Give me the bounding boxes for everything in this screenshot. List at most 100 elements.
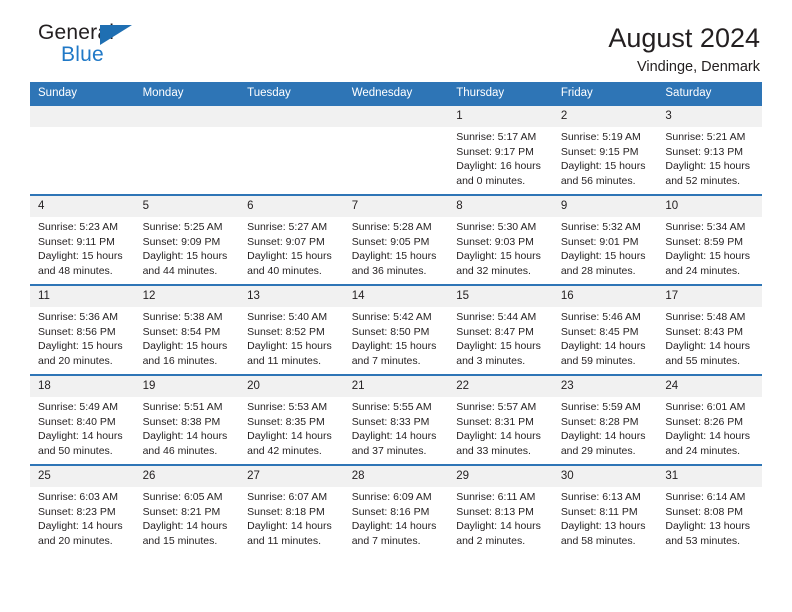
sunrise-text: Sunrise: 5:17 AM (456, 131, 537, 143)
day-number-empty (30, 106, 135, 127)
day-cell[interactable]: 18 Sunrise: 5:49 AM Sunset: 8:40 PM Dayligh… (30, 376, 135, 464)
day-info: Sunrise: 5:36 AM Sunset: 8:56 PM Daylight:… (30, 307, 135, 368)
sunrise-text: Sunrise: 5:25 AM (142, 221, 223, 233)
day-cell[interactable]: 25 Sunrise: 6:03 AM Sunset: 8:23 PM Dayligh… (30, 466, 135, 554)
day-number: 19 (134, 376, 240, 397)
calendar-cell-day-10[interactable]: 10 Sunrise: 5:34 AM Sunset: 8:59 PM Dayligh… (657, 194, 762, 285)
day-info: Sunrise: 5:53 AM Sunset: 8:35 PM Daylight:… (239, 397, 344, 458)
day-cell[interactable]: 22 Sunrise: 5:57 AM Sunset: 8:31 PM Dayligh… (448, 376, 553, 464)
calendar-cell-day-24[interactable]: 24 Sunrise: 6:01 AM Sunset: 8:26 PM Dayligh… (657, 374, 762, 465)
calendar-cell-day-7[interactable]: 7 Sunrise: 5:28 AM Sunset: 9:05 PM Daylight… (343, 194, 449, 285)
calendar-cell-day-8[interactable]: 8 Sunrise: 5:30 AM Sunset: 9:03 PM Daylight… (448, 194, 553, 285)
sunset-text: Sunset: 9:05 PM (351, 235, 430, 248)
calendar-cell-day-21[interactable]: 21 Sunrise: 5:55 AM Sunset: 8:33 PM Dayligh… (343, 374, 449, 465)
day-info: Sunrise: 5:32 AM Sunset: 9:01 PM Daylight:… (553, 217, 658, 278)
day-cell[interactable]: 13 Sunrise: 5:40 AM Sunset: 8:52 PM Dayligh… (239, 286, 344, 374)
day-cell[interactable]: 3 Sunrise: 5:21 AM Sunset: 9:13 PM Daylight… (657, 106, 762, 194)
day-cell[interactable]: 10 Sunrise: 5:34 AM Sunset: 8:59 PM Dayligh… (657, 196, 762, 284)
day-cell[interactable]: 23 Sunrise: 5:59 AM Sunset: 8:28 PM Dayligh… (552, 376, 658, 464)
day-cell[interactable]: 17 Sunrise: 5:48 AM Sunset: 8:43 PM Dayligh… (657, 286, 762, 374)
calendar-cell-day-16[interactable]: 16 Sunrise: 5:46 AM Sunset: 8:45 PM Dayligh… (552, 284, 658, 375)
day-cell[interactable]: 26 Sunrise: 6:05 AM Sunset: 8:21 PM Dayligh… (134, 466, 240, 554)
day-cell[interactable]: 9 Sunrise: 5:32 AM Sunset: 9:01 PM Daylight… (552, 196, 658, 284)
sunrise-text: Sunrise: 5:40 AM (247, 311, 328, 323)
day-cell[interactable]: 5 Sunrise: 5:25 AM Sunset: 9:09 PM Daylight… (134, 196, 240, 284)
calendar-cell-day-17[interactable]: 17 Sunrise: 5:48 AM Sunset: 8:43 PM Dayligh… (657, 284, 762, 375)
daylight-text-line2: and 53 minutes. (665, 534, 741, 547)
calendar-cell-day-18[interactable]: 18 Sunrise: 5:49 AM Sunset: 8:40 PM Dayligh… (30, 374, 135, 465)
calendar-cell-day-13[interactable]: 13 Sunrise: 5:40 AM Sunset: 8:52 PM Dayligh… (239, 284, 344, 375)
daylight-text-line2: and 36 minutes. (351, 264, 427, 277)
calendar-cell-day-12[interactable]: 12 Sunrise: 5:38 AM Sunset: 8:54 PM Dayligh… (134, 284, 240, 375)
calendar-week-row: 1 Sunrise: 5:17 AM Sunset: 9:17 PM Daylight… (30, 104, 762, 195)
calendar-cell-day-9[interactable]: 9 Sunrise: 5:32 AM Sunset: 9:01 PM Daylight… (552, 194, 658, 285)
day-info: Sunrise: 5:25 AM Sunset: 9:09 PM Daylight:… (135, 217, 240, 278)
sunset-text: Sunset: 8:50 PM (351, 325, 430, 338)
day-cell[interactable]: 19 Sunrise: 5:51 AM Sunset: 8:38 PM Dayligh… (134, 376, 240, 464)
calendar-cell-day-19[interactable]: 19 Sunrise: 5:51 AM Sunset: 8:38 PM Dayligh… (134, 374, 240, 465)
day-cell[interactable]: 11 Sunrise: 5:36 AM Sunset: 8:56 PM Dayligh… (30, 286, 135, 374)
day-cell[interactable]: 27 Sunrise: 6:07 AM Sunset: 8:18 PM Dayligh… (239, 466, 344, 554)
day-cell[interactable]: 31 Sunrise: 6:14 AM Sunset: 8:08 PM Dayligh… (657, 466, 762, 554)
calendar-cell-day-20[interactable]: 20 Sunrise: 5:53 AM Sunset: 8:35 PM Dayligh… (239, 374, 344, 465)
daylight-text-line1: Daylight: 14 hours (351, 520, 437, 533)
day-cell[interactable]: 6 Sunrise: 5:27 AM Sunset: 9:07 PM Daylight… (239, 196, 344, 284)
sunset-text: Sunset: 9:17 PM (456, 145, 534, 158)
daylight-text-line2: and 29 minutes. (560, 444, 636, 457)
calendar-cell-day-27[interactable]: 27 Sunrise: 6:07 AM Sunset: 8:18 PM Dayligh… (239, 464, 344, 554)
daylight-text-line2: and 46 minutes. (142, 444, 218, 457)
general-blue-logo[interactable]: General Blue (30, 22, 170, 74)
daylight-text-line1: Daylight: 15 hours (38, 340, 123, 353)
calendar-cell-day-3[interactable]: 3 Sunrise: 5:21 AM Sunset: 9:13 PM Daylight… (657, 104, 762, 195)
calendar-cell-day-1[interactable]: 1 Sunrise: 5:17 AM Sunset: 9:17 PM Daylight… (448, 104, 553, 195)
sunset-text: Sunset: 9:13 PM (665, 145, 744, 158)
day-cell[interactable]: 1 Sunrise: 5:17 AM Sunset: 9:17 PM Daylight… (448, 106, 553, 194)
day-cell[interactable]: 16 Sunrise: 5:46 AM Sunset: 8:45 PM Dayligh… (552, 286, 658, 374)
calendar-cell-day-2[interactable]: 2 Sunrise: 5:19 AM Sunset: 9:15 PM Daylight… (552, 104, 658, 195)
calendar-cell-day-26[interactable]: 26 Sunrise: 6:05 AM Sunset: 8:21 PM Dayligh… (134, 464, 240, 554)
day-cell[interactable]: 29 Sunrise: 6:11 AM Sunset: 8:13 PM Dayligh… (448, 466, 553, 554)
day-cell[interactable]: 24 Sunrise: 6:01 AM Sunset: 8:26 PM Dayligh… (657, 376, 762, 464)
day-cell[interactable]: 14 Sunrise: 5:42 AM Sunset: 8:50 PM Dayligh… (343, 286, 449, 374)
day-cell[interactable]: 30 Sunrise: 6:13 AM Sunset: 8:11 PM Dayligh… (552, 466, 658, 554)
day-info: Sunrise: 5:40 AM Sunset: 8:52 PM Daylight:… (239, 307, 344, 368)
calendar-cell-day-23[interactable]: 23 Sunrise: 5:59 AM Sunset: 8:28 PM Dayligh… (552, 374, 658, 465)
calendar-cell-day-15[interactable]: 15 Sunrise: 5:44 AM Sunset: 8:47 PM Dayligh… (448, 284, 553, 375)
day-cell[interactable]: 4 Sunrise: 5:23 AM Sunset: 9:11 PM Daylight… (30, 196, 135, 284)
day-cell[interactable]: 7 Sunrise: 5:28 AM Sunset: 9:05 PM Daylight… (343, 196, 449, 284)
daylight-text-line1: Daylight: 14 hours (142, 430, 228, 443)
calendar-cell-day-4[interactable]: 4 Sunrise: 5:23 AM Sunset: 9:11 PM Daylight… (30, 194, 135, 285)
calendar-cell-day-5[interactable]: 5 Sunrise: 5:25 AM Sunset: 9:09 PM Daylight… (134, 194, 240, 285)
weekday-header-thursday: Thursday (448, 82, 553, 105)
calendar-cell-day-14[interactable]: 14 Sunrise: 5:42 AM Sunset: 8:50 PM Dayligh… (343, 284, 449, 375)
day-cell[interactable]: 8 Sunrise: 5:30 AM Sunset: 9:03 PM Daylight… (448, 196, 553, 284)
calendar-cell-day-29[interactable]: 29 Sunrise: 6:11 AM Sunset: 8:13 PM Dayligh… (448, 464, 553, 554)
day-cell[interactable]: 15 Sunrise: 5:44 AM Sunset: 8:47 PM Dayligh… (448, 286, 553, 374)
day-number: 27 (239, 466, 344, 487)
day-cell[interactable]: 20 Sunrise: 5:53 AM Sunset: 8:35 PM Dayligh… (239, 376, 344, 464)
calendar-week-row: 4 Sunrise: 5:23 AM Sunset: 9:11 PM Daylight… (30, 194, 762, 285)
day-cell[interactable]: 2 Sunrise: 5:19 AM Sunset: 9:15 PM Daylight… (552, 106, 658, 194)
calendar-cell-day-22[interactable]: 22 Sunrise: 5:57 AM Sunset: 8:31 PM Dayligh… (448, 374, 553, 465)
daylight-text-line2: and 59 minutes. (560, 354, 636, 367)
daylight-text-line1: Daylight: 16 hours (456, 160, 541, 173)
daylight-text-line2: and 42 minutes. (247, 444, 322, 457)
day-cell[interactable]: 28 Sunrise: 6:09 AM Sunset: 8:16 PM Dayligh… (343, 466, 449, 554)
daylight-text-line1: Daylight: 14 hours (560, 340, 646, 353)
sunrise-text: Sunrise: 5:21 AM (665, 131, 746, 143)
sunset-text: Sunset: 9:15 PM (560, 145, 639, 158)
day-cell[interactable]: 21 Sunrise: 5:55 AM Sunset: 8:33 PM Dayligh… (343, 376, 449, 464)
calendar-cell-day-30[interactable]: 30 Sunrise: 6:13 AM Sunset: 8:11 PM Dayligh… (552, 464, 658, 554)
day-number: 4 (30, 196, 135, 217)
calendar-cell-day-6[interactable]: 6 Sunrise: 5:27 AM Sunset: 9:07 PM Daylight… (239, 194, 344, 285)
daylight-text-line1: Daylight: 14 hours (351, 430, 437, 443)
calendar-cell-day-11[interactable]: 11 Sunrise: 5:36 AM Sunset: 8:56 PM Dayligh… (30, 284, 135, 375)
day-info: Sunrise: 6:14 AM Sunset: 8:08 PM Daylight:… (657, 487, 762, 548)
logo-triangle-icon (100, 25, 132, 45)
calendar-cell-day-28[interactable]: 28 Sunrise: 6:09 AM Sunset: 8:16 PM Dayligh… (343, 464, 449, 554)
calendar-cell-day-25[interactable]: 25 Sunrise: 6:03 AM Sunset: 8:23 PM Dayligh… (30, 464, 135, 554)
sunset-text: Sunset: 8:28 PM (560, 415, 639, 428)
calendar-cell-day-31[interactable]: 31 Sunrise: 6:14 AM Sunset: 8:08 PM Dayligh… (657, 464, 762, 554)
sunset-text: Sunset: 9:01 PM (560, 235, 639, 248)
day-cell[interactable]: 12 Sunrise: 5:38 AM Sunset: 8:54 PM Dayligh… (134, 286, 240, 374)
